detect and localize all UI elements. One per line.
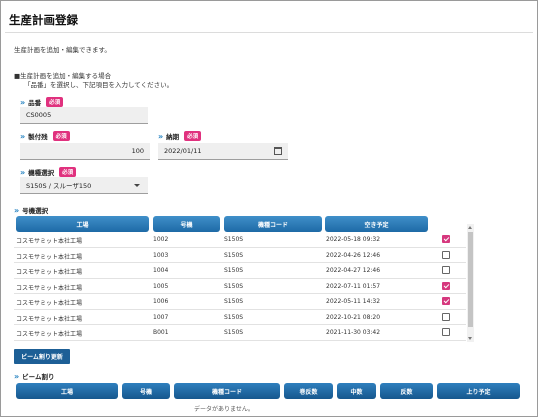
column-header-model-code[interactable]: 機種コード bbox=[174, 383, 280, 399]
scroll-up-arrow-icon[interactable] bbox=[468, 226, 472, 229]
cell-available: 2021-11-30 03:42 bbox=[326, 329, 381, 336]
cell-available: 2022-05-18 09:32 bbox=[326, 236, 381, 243]
machine-select-dropdown[interactable]: S150S / スルーザ150 bbox=[20, 177, 148, 194]
dropdown-caret-icon bbox=[134, 184, 140, 187]
chevron-double-right-icon: » bbox=[20, 97, 25, 107]
deadline-date-field[interactable]: 2022/01/11 bbox=[158, 143, 288, 160]
column-header-available[interactable]: 空き予定 bbox=[325, 216, 428, 232]
row-checkbox[interactable] bbox=[442, 297, 450, 305]
quantity-field[interactable]: 100 bbox=[20, 143, 150, 160]
quantity-value: 100 bbox=[131, 147, 144, 155]
row-checkbox[interactable] bbox=[442, 328, 450, 336]
required-badge: 必須 bbox=[59, 167, 77, 177]
chevron-double-right-icon: » bbox=[14, 205, 19, 215]
cell-model: S150S bbox=[224, 236, 244, 243]
part-no-value: CS0005 bbox=[26, 111, 52, 119]
table-row[interactable]: コスモサミット本社工場 B001 S150S 2021-11-30 03:42 bbox=[14, 325, 466, 341]
cell-factory: コスモサミット本社工場 bbox=[16, 238, 83, 245]
table-row[interactable]: コスモサミット本社工場 1005 S150S 2022-07-11 01:57 bbox=[14, 279, 466, 294]
beam-table-section-label: » ビーム割り bbox=[14, 371, 55, 382]
row-checkbox[interactable] bbox=[442, 235, 450, 243]
column-header-factory[interactable]: 工場 bbox=[16, 216, 149, 232]
machine-table-section-title: 号機選択 bbox=[22, 207, 49, 215]
column-header-unit[interactable]: 号機 bbox=[122, 383, 170, 399]
cell-factory: コスモサミット本社工場 bbox=[16, 331, 83, 338]
cell-available: 2022-05-11 14:32 bbox=[326, 298, 381, 305]
column-header-unit[interactable]: 号機 bbox=[153, 216, 220, 232]
scrollbar-thumb[interactable] bbox=[468, 232, 473, 327]
cell-unit: 1006 bbox=[153, 298, 169, 305]
scroll-down-arrow-icon[interactable] bbox=[468, 337, 472, 340]
machine-select-value: S150S / スルーザ150 bbox=[26, 182, 92, 190]
cell-model: S150S bbox=[224, 282, 244, 290]
cell-factory: コスモサミット本社工場 bbox=[16, 253, 83, 261]
page-title: 生産計画登録 bbox=[9, 13, 78, 27]
part-no-label: 品番 bbox=[28, 99, 42, 107]
machine-select-label-group: » 機種選択 必須 bbox=[20, 167, 77, 177]
cell-available: 2022-04-27 12:46 bbox=[326, 267, 381, 274]
cell-unit: 1005 bbox=[153, 282, 169, 290]
cell-factory: コスモサミット本社工場 bbox=[16, 284, 83, 292]
cell-model: S150S bbox=[224, 267, 244, 274]
cell-unit: 1004 bbox=[153, 267, 169, 274]
column-header-middle-count[interactable]: 中数 bbox=[337, 383, 376, 399]
machine-table-body: コスモサミット本社工場 1002 S150S 2022-05-18 09:32 … bbox=[14, 232, 466, 342]
chevron-double-right-icon: » bbox=[20, 167, 25, 177]
deadline-label: 納期 bbox=[166, 133, 180, 141]
cell-model: S150S bbox=[224, 313, 244, 321]
cell-factory: コスモサミット本社工場 bbox=[16, 300, 83, 307]
deadline-value: 2022/01/11 bbox=[164, 147, 202, 155]
row-checkbox[interactable] bbox=[442, 250, 450, 259]
row-checkbox[interactable] bbox=[442, 266, 450, 274]
beam-split-update-button[interactable]: ビーム割り更新 bbox=[14, 349, 70, 364]
quantity-label: 製付残 bbox=[28, 133, 48, 141]
calendar-icon[interactable] bbox=[274, 147, 282, 155]
table-row[interactable]: コスモサミット本社工場 1002 S150S 2022-05-18 09:32 bbox=[14, 232, 466, 248]
column-header-model-code[interactable]: 機種コード bbox=[224, 216, 322, 232]
cell-unit: 1002 bbox=[153, 236, 169, 243]
beam-table-header: 工場 号機 機種コード 巻反数 中数 反数 上り予定 bbox=[0, 383, 538, 399]
cell-available: 2022-10-21 08:20 bbox=[326, 313, 381, 321]
chevron-double-right-icon: » bbox=[158, 131, 163, 141]
table-row[interactable]: コスモサミット本社工場 1003 S150S 2022-04-26 12:46 bbox=[14, 248, 466, 263]
empty-table-message: データがありません。 bbox=[194, 406, 254, 413]
chevron-double-right-icon: » bbox=[20, 131, 25, 141]
column-header-piece-count[interactable]: 反数 bbox=[380, 383, 433, 399]
beam-table-section-title: ビーム割り bbox=[22, 373, 55, 381]
column-header-factory[interactable]: 工場 bbox=[16, 383, 118, 399]
cell-factory: コスモサミット本社工場 bbox=[16, 269, 83, 276]
required-badge: 必須 bbox=[52, 131, 70, 141]
column-header-completion-date[interactable]: 上り予定 bbox=[437, 383, 520, 399]
table-scrollbar[interactable] bbox=[467, 224, 474, 342]
cell-available: 2022-07-11 01:57 bbox=[326, 282, 381, 290]
cell-factory: コスモサミット本社工場 bbox=[16, 315, 83, 323]
deadline-label-group: » 納期 必須 bbox=[158, 131, 202, 141]
part-no-label-group: » 品番 必須 bbox=[20, 97, 64, 107]
required-badge: 必須 bbox=[184, 131, 202, 141]
cell-model: S150S bbox=[224, 329, 244, 336]
row-checkbox[interactable] bbox=[442, 281, 450, 290]
cell-available: 2022-04-26 12:46 bbox=[326, 251, 381, 259]
title-divider bbox=[5, 32, 533, 33]
cell-unit: B001 bbox=[153, 329, 169, 336]
column-header-roll-count[interactable]: 巻反数 bbox=[284, 383, 333, 399]
window-frame bbox=[0, 0, 538, 417]
machine-table-header: 工場 号機 機種コード 空き予定 bbox=[0, 216, 538, 232]
table-row[interactable]: コスモサミット本社工場 1007 S150S 2022-10-21 08:20 bbox=[14, 310, 466, 325]
quantity-label-group: » 製付残 必須 bbox=[20, 131, 70, 141]
cell-model: S150S bbox=[224, 251, 244, 259]
cell-model: S150S bbox=[224, 298, 244, 305]
chevron-double-right-icon: » bbox=[14, 371, 19, 381]
table-row[interactable]: コスモサミット本社工場 1006 S150S 2022-05-11 14:32 bbox=[14, 294, 466, 310]
instruction-line-2: 「品番」を選択し、下記項目を入力してください。 bbox=[24, 81, 174, 89]
required-badge: 必須 bbox=[46, 97, 64, 107]
machine-select-label: 機種選択 bbox=[28, 169, 55, 177]
cell-unit: 1007 bbox=[153, 313, 169, 321]
machine-table-section-label: » 号機選択 bbox=[14, 205, 49, 216]
cell-unit: 1003 bbox=[153, 251, 169, 259]
table-row[interactable]: コスモサミット本社工場 1004 S150S 2022-04-27 12:46 bbox=[14, 263, 466, 279]
part-no-field[interactable]: CS0005 bbox=[20, 107, 148, 124]
page-description: 生産計画を追加・編集できます。 bbox=[14, 46, 111, 54]
row-checkbox[interactable] bbox=[442, 312, 450, 321]
